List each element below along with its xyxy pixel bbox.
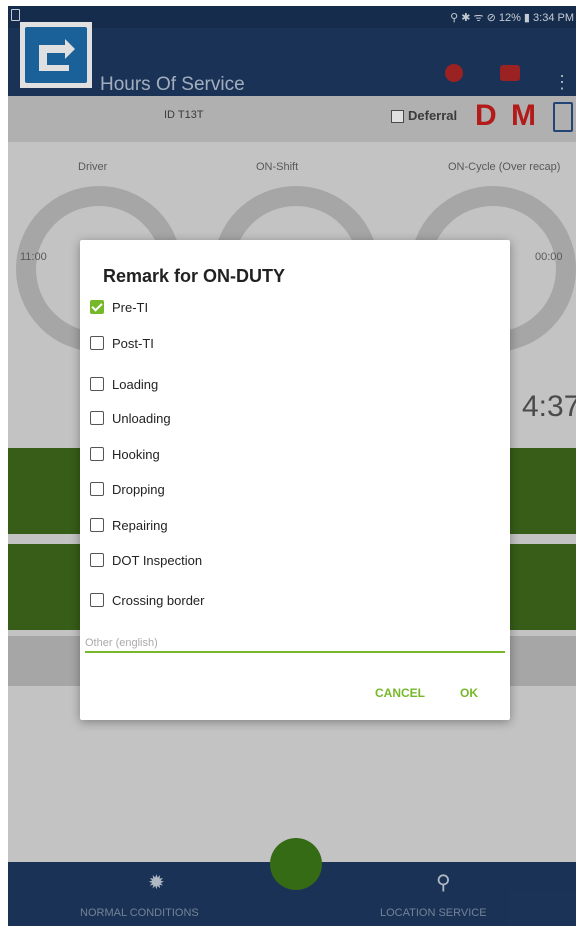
remark-option-label: Post-TI	[112, 335, 154, 351]
remark-option[interactable]: Repairing	[90, 515, 168, 535]
ok-button[interactable]: OK	[460, 686, 478, 700]
remark-option[interactable]: Pre-TI	[90, 297, 148, 317]
remark-option[interactable]: Unloading	[90, 408, 171, 428]
remark-checkbox[interactable]	[90, 411, 104, 425]
remark-checkbox[interactable]	[90, 336, 104, 350]
remark-option[interactable]: Crossing border	[90, 590, 205, 610]
remark-option[interactable]: Loading	[90, 374, 158, 394]
dialog-title: Remark for ON-DUTY	[103, 266, 286, 286]
remark-option-label: Repairing	[112, 517, 168, 533]
remark-option[interactable]: DOT Inspection	[90, 550, 202, 570]
remark-option[interactable]: Post-TI	[90, 333, 154, 353]
app-screen: ⚲ ✱ ᯤ ⊘ 12% ▮ 3:34 PM Hours Of Service ⋮…	[8, 6, 576, 926]
remark-checkbox[interactable]	[90, 518, 104, 532]
remark-checkbox[interactable]	[90, 482, 104, 496]
remark-checkbox[interactable]	[90, 553, 104, 567]
remark-option-label: Pre-TI	[112, 299, 149, 315]
remark-checkbox[interactable]	[90, 377, 104, 391]
remark-option-label: Crossing border	[112, 592, 205, 608]
remark-option-label: Hooking	[112, 446, 160, 462]
remark-option[interactable]: Dropping	[90, 479, 165, 499]
remark-option-label: Dropping	[112, 481, 165, 497]
remark-checkbox[interactable]	[90, 300, 104, 314]
remark-checkbox[interactable]	[90, 593, 104, 607]
other-remark-input[interactable]	[85, 635, 505, 653]
remark-option-label: Unloading	[112, 410, 171, 426]
remark-option[interactable]: Hooking	[90, 444, 160, 464]
cancel-button[interactable]: CANCEL	[375, 686, 425, 700]
remark-option-label: Loading	[112, 376, 159, 392]
remark-checkbox[interactable]	[90, 447, 104, 461]
remark-option-label: DOT Inspection	[112, 552, 203, 568]
remark-dialog: Remark for ON-DUTY Pre-TI Post-TI Loading U…	[80, 240, 510, 720]
